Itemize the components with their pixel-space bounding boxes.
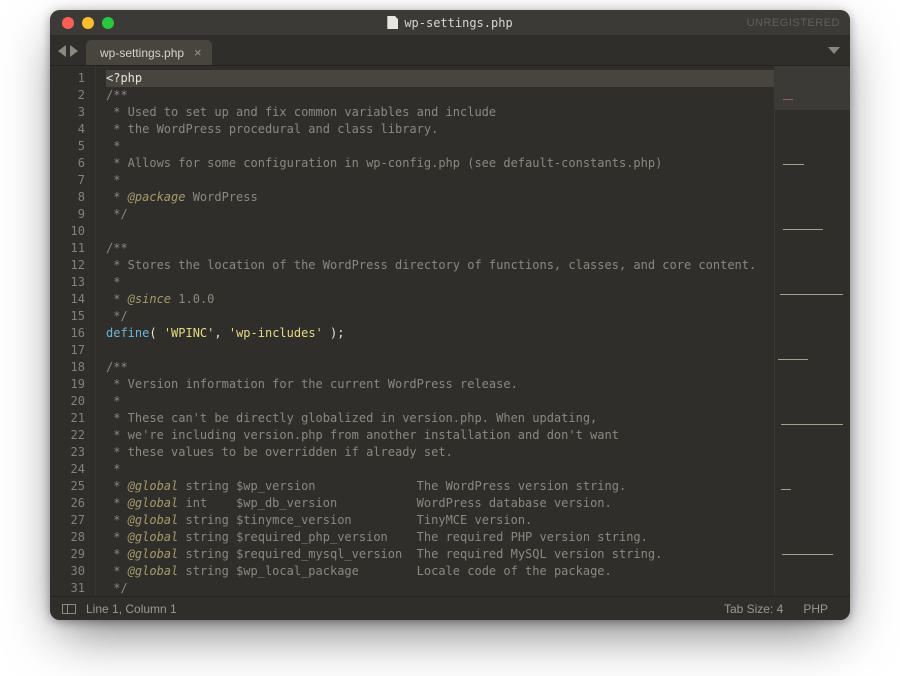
code-line[interactable]: * xyxy=(106,138,774,155)
line-number: 14 xyxy=(50,291,85,308)
line-number: 1 xyxy=(50,70,85,87)
minimap[interactable] xyxy=(774,66,850,596)
syntax-selector[interactable]: PHP xyxy=(793,602,838,616)
window-title-text: wp-settings.php xyxy=(404,16,512,30)
code-line[interactable]: */ xyxy=(106,308,774,325)
editor-area: 1234567891011121314151617181920212223242… xyxy=(50,66,850,596)
code-line[interactable]: */ xyxy=(106,206,774,223)
line-number: 5 xyxy=(50,138,85,155)
line-number: 19 xyxy=(50,376,85,393)
tab-active[interactable]: wp-settings.php × xyxy=(86,40,212,65)
line-number: 25 xyxy=(50,478,85,495)
code-line[interactable]: * These can't be directly globalized in … xyxy=(106,410,774,427)
code-line[interactable]: * @global string $wp_local_package Local… xyxy=(106,563,774,580)
line-number: 16 xyxy=(50,325,85,342)
tab-size-selector[interactable]: Tab Size: 4 xyxy=(714,602,793,616)
code-line[interactable]: * xyxy=(106,274,774,291)
line-number: 7 xyxy=(50,172,85,189)
code-line[interactable]: * xyxy=(106,461,774,478)
code-line[interactable]: * @global int $wp_db_version WordPress d… xyxy=(106,495,774,512)
code-line[interactable]: * @global string $tinymce_version TinyMC… xyxy=(106,512,774,529)
line-number: 3 xyxy=(50,104,85,121)
line-number: 29 xyxy=(50,546,85,563)
minimize-window-button[interactable] xyxy=(82,17,94,29)
line-number: 31 xyxy=(50,580,85,596)
line-number: 21 xyxy=(50,410,85,427)
line-number: 18 xyxy=(50,359,85,376)
line-number: 2 xyxy=(50,87,85,104)
line-number: 13 xyxy=(50,274,85,291)
tab-bar: wp-settings.php × xyxy=(50,36,850,66)
nav-back-button[interactable] xyxy=(58,45,66,57)
line-number: 22 xyxy=(50,427,85,444)
code-line[interactable]: * Stores the location of the WordPress d… xyxy=(106,257,774,274)
line-number: 30 xyxy=(50,563,85,580)
line-number: 17 xyxy=(50,342,85,359)
file-icon xyxy=(387,16,398,29)
chevron-down-icon xyxy=(828,47,840,54)
title-bar: wp-settings.php UNREGISTERED xyxy=(50,10,850,36)
code-line[interactable]: * we're including version.php from anoth… xyxy=(106,427,774,444)
line-number: 4 xyxy=(50,121,85,138)
line-number-gutter[interactable]: 1234567891011121314151617181920212223242… xyxy=(50,66,96,596)
code-line[interactable]: * xyxy=(106,172,774,189)
line-number: 6 xyxy=(50,155,85,172)
line-number: 9 xyxy=(50,206,85,223)
code-line[interactable]: define( 'WPINC', 'wp-includes' ); xyxy=(106,325,774,342)
nav-forward-button[interactable] xyxy=(70,45,78,57)
line-number: 11 xyxy=(50,240,85,257)
line-number: 10 xyxy=(50,223,85,240)
code-line[interactable]: * @global string $required_mysql_version… xyxy=(106,546,774,563)
code-line[interactable]: */ xyxy=(106,580,774,596)
window-controls xyxy=(50,17,114,29)
line-number: 24 xyxy=(50,461,85,478)
code-line[interactable] xyxy=(106,223,774,240)
code-line[interactable]: * Version information for the current Wo… xyxy=(106,376,774,393)
editor-window: wp-settings.php UNREGISTERED wp-settings… xyxy=(50,10,850,620)
nav-buttons xyxy=(50,36,86,65)
side-panel-toggle[interactable] xyxy=(62,604,76,614)
line-number: 26 xyxy=(50,495,85,512)
minimap-content xyxy=(778,66,847,596)
line-number: 12 xyxy=(50,257,85,274)
line-number: 15 xyxy=(50,308,85,325)
tab-label: wp-settings.php xyxy=(100,46,184,60)
code-line[interactable]: /** xyxy=(106,240,774,257)
close-window-button[interactable] xyxy=(62,17,74,29)
code-line[interactable]: * @package WordPress xyxy=(106,189,774,206)
line-number: 8 xyxy=(50,189,85,206)
cursor-position[interactable]: Line 1, Column 1 xyxy=(86,602,177,616)
tab-close-button[interactable]: × xyxy=(194,46,202,59)
code-area[interactable]: <?php/** * Used to set up and fix common… xyxy=(96,66,774,596)
code-line[interactable]: /** xyxy=(106,87,774,104)
code-line[interactable]: * xyxy=(106,393,774,410)
status-bar: Line 1, Column 1 Tab Size: 4 PHP xyxy=(50,596,850,620)
code-line[interactable] xyxy=(106,342,774,359)
line-number: 23 xyxy=(50,444,85,461)
line-number: 20 xyxy=(50,393,85,410)
code-line[interactable]: * the WordPress procedural and class lib… xyxy=(106,121,774,138)
window-title: wp-settings.php xyxy=(50,16,850,30)
code-line[interactable]: * @global string $wp_version The WordPre… xyxy=(106,478,774,495)
line-number: 27 xyxy=(50,512,85,529)
code-line[interactable]: /** xyxy=(106,359,774,376)
code-line[interactable]: <?php xyxy=(106,70,774,87)
line-number: 28 xyxy=(50,529,85,546)
code-line[interactable]: * @global string $required_php_version T… xyxy=(106,529,774,546)
registration-status: UNREGISTERED xyxy=(747,10,840,35)
code-line[interactable]: * Allows for some configuration in wp-co… xyxy=(106,155,774,172)
tab-overflow-button[interactable] xyxy=(828,36,850,65)
zoom-window-button[interactable] xyxy=(102,17,114,29)
code-line[interactable]: * Used to set up and fix common variable… xyxy=(106,104,774,121)
code-line[interactable]: * @since 1.0.0 xyxy=(106,291,774,308)
code-line[interactable]: * these values to be overridden if alrea… xyxy=(106,444,774,461)
